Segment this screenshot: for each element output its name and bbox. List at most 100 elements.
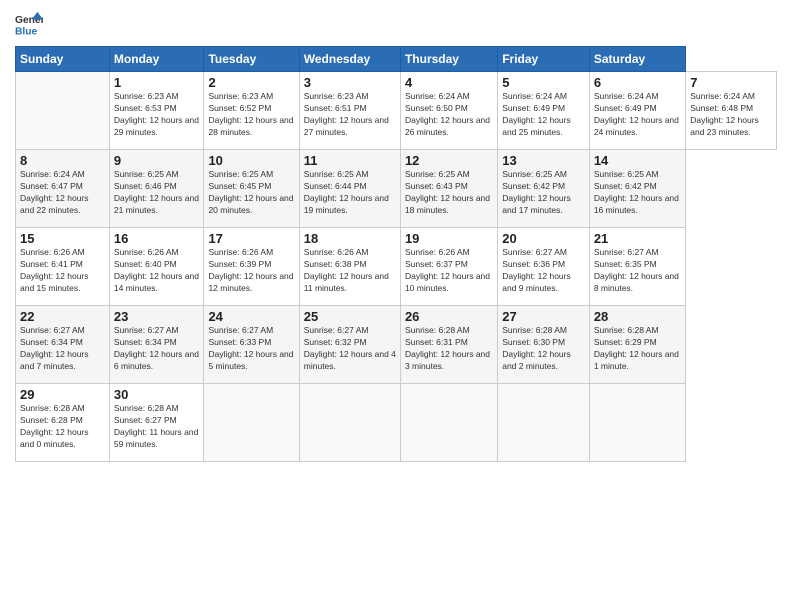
day-number: 9 bbox=[114, 153, 200, 168]
day-number: 10 bbox=[208, 153, 294, 168]
day-cell-27: 27 Sunrise: 6:28 AMSunset: 6:30 PMDaylig… bbox=[498, 306, 590, 384]
day-cell-7: 7 Sunrise: 6:24 AMSunset: 6:48 PMDayligh… bbox=[686, 72, 777, 150]
weekday-header-row: SundayMondayTuesdayWednesdayThursdayFrid… bbox=[16, 47, 777, 72]
day-info: Sunrise: 6:26 AMSunset: 6:37 PMDaylight:… bbox=[405, 247, 490, 293]
day-cell-29: 29 Sunrise: 6:28 AMSunset: 6:28 PMDaylig… bbox=[16, 384, 110, 462]
day-cell-15: 15 Sunrise: 6:26 AMSunset: 6:41 PMDaylig… bbox=[16, 228, 110, 306]
calendar-table: SundayMondayTuesdayWednesdayThursdayFrid… bbox=[15, 46, 777, 462]
day-info: Sunrise: 6:27 AMSunset: 6:32 PMDaylight:… bbox=[304, 325, 396, 371]
day-info: Sunrise: 6:26 AMSunset: 6:39 PMDaylight:… bbox=[208, 247, 293, 293]
day-number: 11 bbox=[304, 153, 396, 168]
day-info: Sunrise: 6:27 AMSunset: 6:34 PMDaylight:… bbox=[20, 325, 89, 371]
day-info: Sunrise: 6:23 AMSunset: 6:52 PMDaylight:… bbox=[208, 91, 293, 137]
day-cell-22: 22 Sunrise: 6:27 AMSunset: 6:34 PMDaylig… bbox=[16, 306, 110, 384]
day-number: 3 bbox=[304, 75, 396, 90]
day-number: 4 bbox=[405, 75, 493, 90]
day-info: Sunrise: 6:27 AMSunset: 6:34 PMDaylight:… bbox=[114, 325, 199, 371]
day-cell-8: 8 Sunrise: 6:24 AMSunset: 6:47 PMDayligh… bbox=[16, 150, 110, 228]
day-info: Sunrise: 6:24 AMSunset: 6:48 PMDaylight:… bbox=[690, 91, 759, 137]
day-info: Sunrise: 6:23 AMSunset: 6:53 PMDaylight:… bbox=[114, 91, 199, 137]
day-number: 30 bbox=[114, 387, 200, 402]
day-cell-12: 12 Sunrise: 6:25 AMSunset: 6:43 PMDaylig… bbox=[400, 150, 497, 228]
day-number: 22 bbox=[20, 309, 105, 324]
day-cell-9: 9 Sunrise: 6:25 AMSunset: 6:46 PMDayligh… bbox=[109, 150, 204, 228]
day-number: 1 bbox=[114, 75, 200, 90]
day-info: Sunrise: 6:25 AMSunset: 6:44 PMDaylight:… bbox=[304, 169, 389, 215]
day-number: 18 bbox=[304, 231, 396, 246]
weekday-saturday: Saturday bbox=[589, 47, 685, 72]
day-cell-19: 19 Sunrise: 6:26 AMSunset: 6:37 PMDaylig… bbox=[400, 228, 497, 306]
day-number: 19 bbox=[405, 231, 493, 246]
logo-icon: General Blue bbox=[15, 10, 43, 38]
day-cell-25: 25 Sunrise: 6:27 AMSunset: 6:32 PMDaylig… bbox=[299, 306, 400, 384]
day-info: Sunrise: 6:24 AMSunset: 6:49 PMDaylight:… bbox=[502, 91, 571, 137]
day-cell-24: 24 Sunrise: 6:27 AMSunset: 6:33 PMDaylig… bbox=[204, 306, 299, 384]
day-info: Sunrise: 6:28 AMSunset: 6:28 PMDaylight:… bbox=[20, 403, 89, 449]
day-cell-28: 28 Sunrise: 6:28 AMSunset: 6:29 PMDaylig… bbox=[589, 306, 685, 384]
empty-cell bbox=[400, 384, 497, 462]
day-info: Sunrise: 6:25 AMSunset: 6:42 PMDaylight:… bbox=[594, 169, 679, 215]
day-info: Sunrise: 6:23 AMSunset: 6:51 PMDaylight:… bbox=[304, 91, 389, 137]
empty-cell bbox=[299, 384, 400, 462]
day-number: 6 bbox=[594, 75, 681, 90]
weekday-tuesday: Tuesday bbox=[204, 47, 299, 72]
day-info: Sunrise: 6:28 AMSunset: 6:30 PMDaylight:… bbox=[502, 325, 571, 371]
weekday-thursday: Thursday bbox=[400, 47, 497, 72]
day-cell-21: 21 Sunrise: 6:27 AMSunset: 6:35 PMDaylig… bbox=[589, 228, 685, 306]
day-info: Sunrise: 6:26 AMSunset: 6:38 PMDaylight:… bbox=[304, 247, 389, 293]
day-cell-13: 13 Sunrise: 6:25 AMSunset: 6:42 PMDaylig… bbox=[498, 150, 590, 228]
day-info: Sunrise: 6:28 AMSunset: 6:27 PMDaylight:… bbox=[114, 403, 198, 449]
page-header: General Blue bbox=[15, 10, 777, 38]
calendar-week-5: 29 Sunrise: 6:28 AMSunset: 6:28 PMDaylig… bbox=[16, 384, 777, 462]
weekday-monday: Monday bbox=[109, 47, 204, 72]
day-number: 28 bbox=[594, 309, 681, 324]
day-cell-23: 23 Sunrise: 6:27 AMSunset: 6:34 PMDaylig… bbox=[109, 306, 204, 384]
day-number: 27 bbox=[502, 309, 585, 324]
logo: General Blue bbox=[15, 10, 43, 38]
day-info: Sunrise: 6:24 AMSunset: 6:47 PMDaylight:… bbox=[20, 169, 89, 215]
day-number: 16 bbox=[114, 231, 200, 246]
weekday-sunday: Sunday bbox=[16, 47, 110, 72]
day-cell-11: 11 Sunrise: 6:25 AMSunset: 6:44 PMDaylig… bbox=[299, 150, 400, 228]
day-info: Sunrise: 6:25 AMSunset: 6:45 PMDaylight:… bbox=[208, 169, 293, 215]
day-cell-17: 17 Sunrise: 6:26 AMSunset: 6:39 PMDaylig… bbox=[204, 228, 299, 306]
day-cell-1: 1 Sunrise: 6:23 AMSunset: 6:53 PMDayligh… bbox=[109, 72, 204, 150]
day-cell-3: 3 Sunrise: 6:23 AMSunset: 6:51 PMDayligh… bbox=[299, 72, 400, 150]
calendar-week-3: 15 Sunrise: 6:26 AMSunset: 6:41 PMDaylig… bbox=[16, 228, 777, 306]
empty-cell bbox=[204, 384, 299, 462]
day-cell-18: 18 Sunrise: 6:26 AMSunset: 6:38 PMDaylig… bbox=[299, 228, 400, 306]
day-number: 8 bbox=[20, 153, 105, 168]
day-info: Sunrise: 6:25 AMSunset: 6:46 PMDaylight:… bbox=[114, 169, 199, 215]
day-cell-6: 6 Sunrise: 6:24 AMSunset: 6:49 PMDayligh… bbox=[589, 72, 685, 150]
day-cell-16: 16 Sunrise: 6:26 AMSunset: 6:40 PMDaylig… bbox=[109, 228, 204, 306]
day-number: 15 bbox=[20, 231, 105, 246]
day-number: 5 bbox=[502, 75, 585, 90]
day-number: 12 bbox=[405, 153, 493, 168]
day-number: 7 bbox=[690, 75, 772, 90]
day-cell-14: 14 Sunrise: 6:25 AMSunset: 6:42 PMDaylig… bbox=[589, 150, 685, 228]
day-cell-26: 26 Sunrise: 6:28 AMSunset: 6:31 PMDaylig… bbox=[400, 306, 497, 384]
day-number: 21 bbox=[594, 231, 681, 246]
day-info: Sunrise: 6:26 AMSunset: 6:40 PMDaylight:… bbox=[114, 247, 199, 293]
day-number: 17 bbox=[208, 231, 294, 246]
day-cell-30: 30 Sunrise: 6:28 AMSunset: 6:27 PMDaylig… bbox=[109, 384, 204, 462]
calendar-week-1: 1 Sunrise: 6:23 AMSunset: 6:53 PMDayligh… bbox=[16, 72, 777, 150]
day-number: 25 bbox=[304, 309, 396, 324]
day-cell-10: 10 Sunrise: 6:25 AMSunset: 6:45 PMDaylig… bbox=[204, 150, 299, 228]
empty-cell bbox=[16, 72, 110, 150]
day-info: Sunrise: 6:24 AMSunset: 6:49 PMDaylight:… bbox=[594, 91, 679, 137]
weekday-friday: Friday bbox=[498, 47, 590, 72]
day-cell-20: 20 Sunrise: 6:27 AMSunset: 6:36 PMDaylig… bbox=[498, 228, 590, 306]
day-cell-2: 2 Sunrise: 6:23 AMSunset: 6:52 PMDayligh… bbox=[204, 72, 299, 150]
day-info: Sunrise: 6:27 AMSunset: 6:33 PMDaylight:… bbox=[208, 325, 293, 371]
day-number: 14 bbox=[594, 153, 681, 168]
svg-text:Blue: Blue bbox=[15, 26, 38, 37]
calendar-week-2: 8 Sunrise: 6:24 AMSunset: 6:47 PMDayligh… bbox=[16, 150, 777, 228]
day-info: Sunrise: 6:24 AMSunset: 6:50 PMDaylight:… bbox=[405, 91, 490, 137]
day-number: 23 bbox=[114, 309, 200, 324]
day-info: Sunrise: 6:27 AMSunset: 6:36 PMDaylight:… bbox=[502, 247, 571, 293]
day-cell-4: 4 Sunrise: 6:24 AMSunset: 6:50 PMDayligh… bbox=[400, 72, 497, 150]
calendar-body: 1 Sunrise: 6:23 AMSunset: 6:53 PMDayligh… bbox=[16, 72, 777, 462]
day-cell-5: 5 Sunrise: 6:24 AMSunset: 6:49 PMDayligh… bbox=[498, 72, 590, 150]
day-number: 20 bbox=[502, 231, 585, 246]
